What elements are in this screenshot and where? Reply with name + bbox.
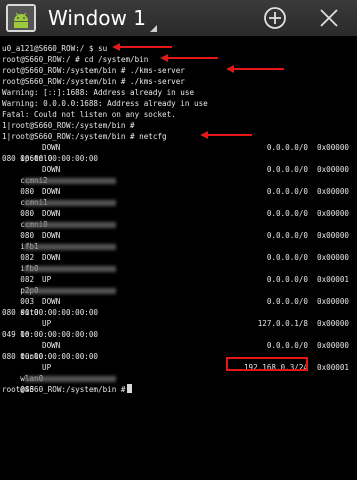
- iface-mac-row: 043: [2, 373, 152, 394]
- iface-flags: 0x00001: [317, 275, 350, 284]
- iface-mac-row: 080: [2, 175, 152, 196]
- iface-ip: 0.0.0.0/0: [266, 341, 308, 350]
- iface-state: UP: [42, 363, 52, 372]
- annotation-arrow: [160, 54, 218, 62]
- terminal-line: root@S660_ROW:/system/bin # ./kms-server: [2, 77, 185, 86]
- iface-state: DOWN: [42, 187, 61, 196]
- iface-flags: 0x00001: [317, 363, 350, 372]
- terminal-line: 1|root@S660_ROW:/system/bin # netcfg: [2, 132, 167, 141]
- iface-ip: 127.0.0.1/8: [257, 319, 308, 328]
- terminal-prompt: root@S660_ROW:/system/bin #: [2, 384, 133, 395]
- iface-ip: 0.0.0.0/0: [266, 165, 308, 174]
- iface-flags: 0x00000: [317, 143, 350, 152]
- iface-flags: 0x00000: [317, 231, 350, 240]
- redacted-mac: [24, 266, 116, 272]
- terminal-line: root@S660_ROW:/ # cd /system/bin: [2, 55, 149, 64]
- window-dropdown-caret-icon[interactable]: [150, 25, 157, 32]
- iface-mac-row: 082: [2, 263, 152, 284]
- redacted-mac: [24, 200, 116, 206]
- iface-state: DOWN: [42, 253, 61, 262]
- iface-state: DOWN: [42, 165, 61, 174]
- terminal-cursor: [127, 384, 133, 393]
- redacted-mac: [24, 178, 116, 184]
- iface-flags: 0x00000: [317, 253, 350, 262]
- iface-ip: 0.0.0.0/0: [266, 231, 308, 240]
- iface-flags: 0x00000: [317, 297, 350, 306]
- netcfg-row: ifb0 DOWN 0.0.0.0/0 0x00000: [2, 252, 357, 273]
- iface-flags: 0x00000: [317, 187, 350, 196]
- annotation-arrow: [200, 131, 252, 139]
- add-window-button[interactable]: [263, 6, 287, 30]
- terminal-line: Warning: 0.0.0.0:1688: Address already i…: [2, 99, 208, 108]
- iface-mac: 080 00:00:00:00:00:00: [2, 352, 99, 361]
- iface-mac: 080 00:00:00:00:00:00: [2, 308, 99, 317]
- terminal-line: u0_a121@S660_ROW:/ $ su: [2, 44, 108, 53]
- annotation-arrow: [112, 43, 172, 51]
- iface-mac: 080 00:00:00:00:00:00: [2, 154, 99, 163]
- android-terminal-icon[interactable]: [6, 4, 36, 32]
- iface-ip: 0.0.0.0/0: [266, 275, 308, 284]
- iface-flags: 0x00000: [317, 319, 350, 328]
- netcfg-row: lo UP 127.0.0.1/8 0x00000: [2, 318, 357, 339]
- redacted-mac: [24, 244, 116, 250]
- iface-mac-row: 080: [2, 197, 152, 218]
- terminal-line: Fatal: Could not listen on any socket.: [2, 110, 176, 119]
- iface-state: DOWN: [42, 143, 61, 152]
- netcfg-row: ip6tnl0 DOWN 0.0.0.0/0 0x00000: [2, 142, 357, 163]
- prompt-text: root@S660_ROW:/system/bin #: [2, 385, 126, 394]
- netcfg-row: tunl0 DOWN 0.0.0.0/0 0x00000: [2, 340, 357, 361]
- iface-state: DOWN: [42, 297, 61, 306]
- iface-ip: 0.0.0.0/0: [266, 187, 308, 196]
- iface-mac: 049 00:00:00:00:00:00: [2, 330, 99, 339]
- netcfg-row: ifb1 DOWN 0.0.0.0/0 0x00000: [2, 230, 357, 251]
- iface-ip: 0.0.0.0/0: [266, 297, 308, 306]
- netcfg-row: ccmni1 DOWN 0.0.0.0/0 0x00000: [2, 186, 357, 207]
- iface-flags: 0x00000: [317, 341, 350, 350]
- netcfg-row: ccmni2 DOWN 0.0.0.0/0 0x00000: [2, 164, 357, 185]
- iface-state: UP: [42, 275, 52, 284]
- redacted-mac: [24, 376, 116, 382]
- title-bar: Window 1: [0, 0, 357, 36]
- iface-state: UP: [42, 319, 52, 328]
- iface-state: DOWN: [42, 231, 61, 240]
- terminal-line: 1|root@S660_ROW:/system/bin #: [2, 121, 135, 130]
- redacted-mac: [24, 222, 116, 228]
- iface-mac-row: 080: [2, 219, 152, 240]
- netcfg-row: ccmni0 DOWN 0.0.0.0/0 0x00000: [2, 208, 357, 229]
- annotation-arrow: [226, 65, 284, 73]
- close-window-button[interactable]: [318, 7, 340, 29]
- terminal-line: root@S660_ROW:/system/bin # ./kms-server: [2, 66, 185, 75]
- iface-mac-row: 082: [2, 241, 152, 262]
- iface-flags: 0x00000: [317, 165, 350, 174]
- iface-ip: 0.0.0.0/0: [266, 143, 308, 152]
- iface-ip: 0.0.0.0/0: [266, 209, 308, 218]
- iface-mac-row: 003: [2, 285, 152, 306]
- iface-ip: 0.0.0.0/0: [266, 253, 308, 262]
- redacted-mac: [24, 288, 116, 294]
- window-title[interactable]: Window 1: [48, 6, 146, 30]
- terminal-line: Warning: [::]:1688: Address already in u…: [2, 88, 195, 97]
- netcfg-row: sit0 DOWN 0.0.0.0/0 0x00000: [2, 296, 357, 317]
- netcfg-row: p2p0 UP 0.0.0.0/0 0x00001: [2, 274, 357, 295]
- iface-state: DOWN: [42, 341, 61, 350]
- ip-highlight-box: [226, 357, 308, 371]
- iface-state: DOWN: [42, 209, 61, 218]
- terminal-output[interactable]: u0_a121@S660_ROW:/ $ su root@S660_ROW:/ …: [0, 39, 357, 480]
- iface-flags: 0x00000: [317, 209, 350, 218]
